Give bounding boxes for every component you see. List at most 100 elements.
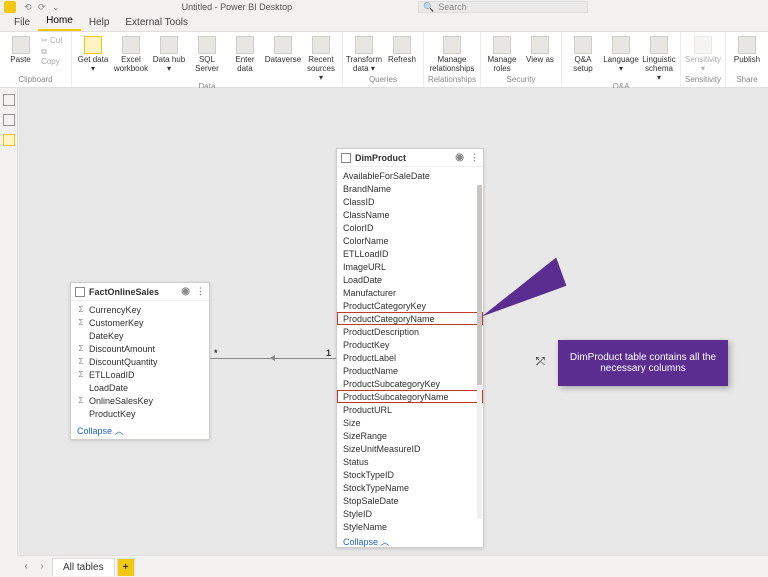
- field-row[interactable]: DateKey: [71, 329, 209, 342]
- field-name: ProductKey: [89, 409, 136, 419]
- tab-external-tools[interactable]: External Tools: [117, 14, 196, 31]
- data-view-icon[interactable]: [3, 114, 15, 126]
- tab-file[interactable]: File: [6, 14, 38, 31]
- field-row[interactable]: ETLLoadID: [337, 247, 483, 260]
- refresh-button[interactable]: Refresh: [385, 34, 419, 65]
- search-icon: 🔍: [423, 2, 434, 13]
- button-label: View as: [526, 56, 554, 65]
- tab-help[interactable]: Help: [81, 14, 118, 31]
- pub-icon: [738, 36, 756, 54]
- visibility-icon[interactable]: ◉: [455, 152, 464, 163]
- lang-button[interactable]: Language ▾: [604, 34, 638, 74]
- diagram-tab-all-tables[interactable]: All tables: [52, 558, 115, 576]
- transform-button[interactable]: Transform data ▾: [347, 34, 381, 74]
- field-row[interactable]: LoadDate: [71, 381, 209, 394]
- field-row[interactable]: ProductCategoryName: [337, 312, 483, 325]
- field-row[interactable]: ProductName: [337, 364, 483, 377]
- model-canvas[interactable]: FactOnlineSales ◉ ⋮ ΣCurrencyKeyΣCustome…: [18, 88, 768, 555]
- pub-button[interactable]: Publish: [730, 34, 764, 65]
- dv-button[interactable]: Dataverse: [266, 34, 300, 65]
- get-icon: [84, 36, 102, 54]
- qasetup-button[interactable]: Q&A setup: [566, 34, 600, 74]
- field-row[interactable]: StockTypeName: [337, 481, 483, 494]
- sens-icon: [694, 36, 712, 54]
- field-row[interactable]: BrandName: [337, 182, 483, 195]
- field-name: Status: [343, 457, 369, 467]
- add-diagram-tab-button[interactable]: +: [117, 558, 135, 576]
- field-row[interactable]: ProductDescription: [337, 325, 483, 338]
- field-row[interactable]: Manufacturer: [337, 286, 483, 299]
- field-row[interactable]: ΣDiscountAmount: [71, 342, 209, 355]
- field-row[interactable]: StyleName: [337, 520, 483, 533]
- visibility-icon[interactable]: ◉: [181, 286, 190, 297]
- tab-home[interactable]: Home: [38, 12, 81, 31]
- field-row[interactable]: ProductURL: [337, 403, 483, 416]
- field-row[interactable]: ProductSubcategoryKey: [337, 377, 483, 390]
- manage-button[interactable]: Manage relationships: [435, 34, 469, 74]
- field-row[interactable]: ImageURL: [337, 260, 483, 273]
- field-name: ProductName: [343, 366, 398, 376]
- get-button[interactable]: Get data ▾: [76, 34, 110, 74]
- field-row[interactable]: ΣDiscountQuantity: [71, 355, 209, 368]
- viewas-icon: [531, 36, 549, 54]
- field-row[interactable]: ProductLabel: [337, 351, 483, 364]
- roles-button[interactable]: Manage roles: [485, 34, 519, 74]
- field-row[interactable]: StyleID: [337, 507, 483, 520]
- field-name: ProductURL: [343, 405, 392, 415]
- card-scrollbar[interactable]: [477, 185, 482, 519]
- copy-button[interactable]: ⧉ Copy: [41, 47, 67, 66]
- field-row[interactable]: Status: [337, 455, 483, 468]
- ling-button[interactable]: Linguistic schema ▾: [642, 34, 676, 82]
- table-more-icon[interactable]: ⋮: [470, 152, 479, 163]
- recent-button[interactable]: Recent sources ▾: [304, 34, 338, 82]
- field-row[interactable]: SizeRange: [337, 429, 483, 442]
- field-row[interactable]: ΣCurrencyKey: [71, 303, 209, 316]
- viewas-button[interactable]: View as: [523, 34, 557, 65]
- group-relationships: Manage relationships Relationships: [424, 32, 481, 87]
- table-dim-product[interactable]: DimProduct ◉ ⋮ AvailableForSaleDateBrand…: [336, 148, 484, 548]
- paste-button[interactable]: Paste: [4, 34, 37, 65]
- button-label: SQL Server: [190, 56, 224, 74]
- table-fact-online-sales[interactable]: FactOnlineSales ◉ ⋮ ΣCurrencyKeyΣCustome…: [70, 282, 210, 440]
- field-name: ColorID: [343, 223, 374, 233]
- button-label: Dataverse: [265, 56, 301, 65]
- field-row[interactable]: StockTypeID: [337, 468, 483, 481]
- field-row[interactable]: ProductCategoryKey: [337, 299, 483, 312]
- field-row[interactable]: SizeUnitMeasureID: [337, 442, 483, 455]
- search-box[interactable]: 🔍 Search: [418, 1, 588, 13]
- field-row[interactable]: ColorID: [337, 221, 483, 234]
- field-row[interactable]: ΣOnlineSalesKey: [71, 394, 209, 407]
- enter-button[interactable]: Enter data: [228, 34, 262, 74]
- field-row[interactable]: ProductSubcategoryName: [337, 390, 483, 403]
- field-row[interactable]: ΣETLLoadID: [71, 368, 209, 381]
- tabs-prev-icon[interactable]: ‹: [18, 561, 34, 572]
- hub-button[interactable]: Data hub ▾: [152, 34, 186, 74]
- sens-button[interactable]: Sensitivity ▾: [686, 34, 720, 74]
- field-row[interactable]: ProductKey: [337, 338, 483, 351]
- field-name: SizeRange: [343, 431, 387, 441]
- collapse-link[interactable]: Collapse ︿: [71, 422, 209, 439]
- roles-icon: [493, 36, 511, 54]
- field-row[interactable]: ΣCustomerKey: [71, 316, 209, 329]
- table-more-icon[interactable]: ⋮: [196, 286, 205, 297]
- field-row[interactable]: AvailableForSaleDate: [337, 169, 483, 182]
- model-view-icon[interactable]: [3, 134, 15, 146]
- field-name: ETLLoadID: [343, 249, 389, 259]
- field-row[interactable]: ProductKey: [71, 407, 209, 420]
- app-icon: [4, 1, 16, 13]
- report-view-icon[interactable]: [3, 94, 15, 106]
- quick-access-toolbar[interactable]: ⟲ ⟳ ⌄: [24, 2, 62, 13]
- field-row[interactable]: ClassID: [337, 195, 483, 208]
- field-row[interactable]: LoadDate: [337, 273, 483, 286]
- collapse-link[interactable]: Collapse ︿: [337, 533, 483, 550]
- excel-button[interactable]: Excel workbook: [114, 34, 148, 74]
- field-row[interactable]: ColorName: [337, 234, 483, 247]
- field-row[interactable]: Size: [337, 416, 483, 429]
- field-name: BrandName: [343, 184, 391, 194]
- table-icon: [341, 153, 351, 163]
- sql-button[interactable]: SQL Server: [190, 34, 224, 74]
- field-row[interactable]: StopSaleDate: [337, 494, 483, 507]
- field-row[interactable]: ClassName: [337, 208, 483, 221]
- tabs-next-icon[interactable]: ›: [34, 561, 50, 572]
- cut-button[interactable]: ✂ Cut: [41, 36, 67, 45]
